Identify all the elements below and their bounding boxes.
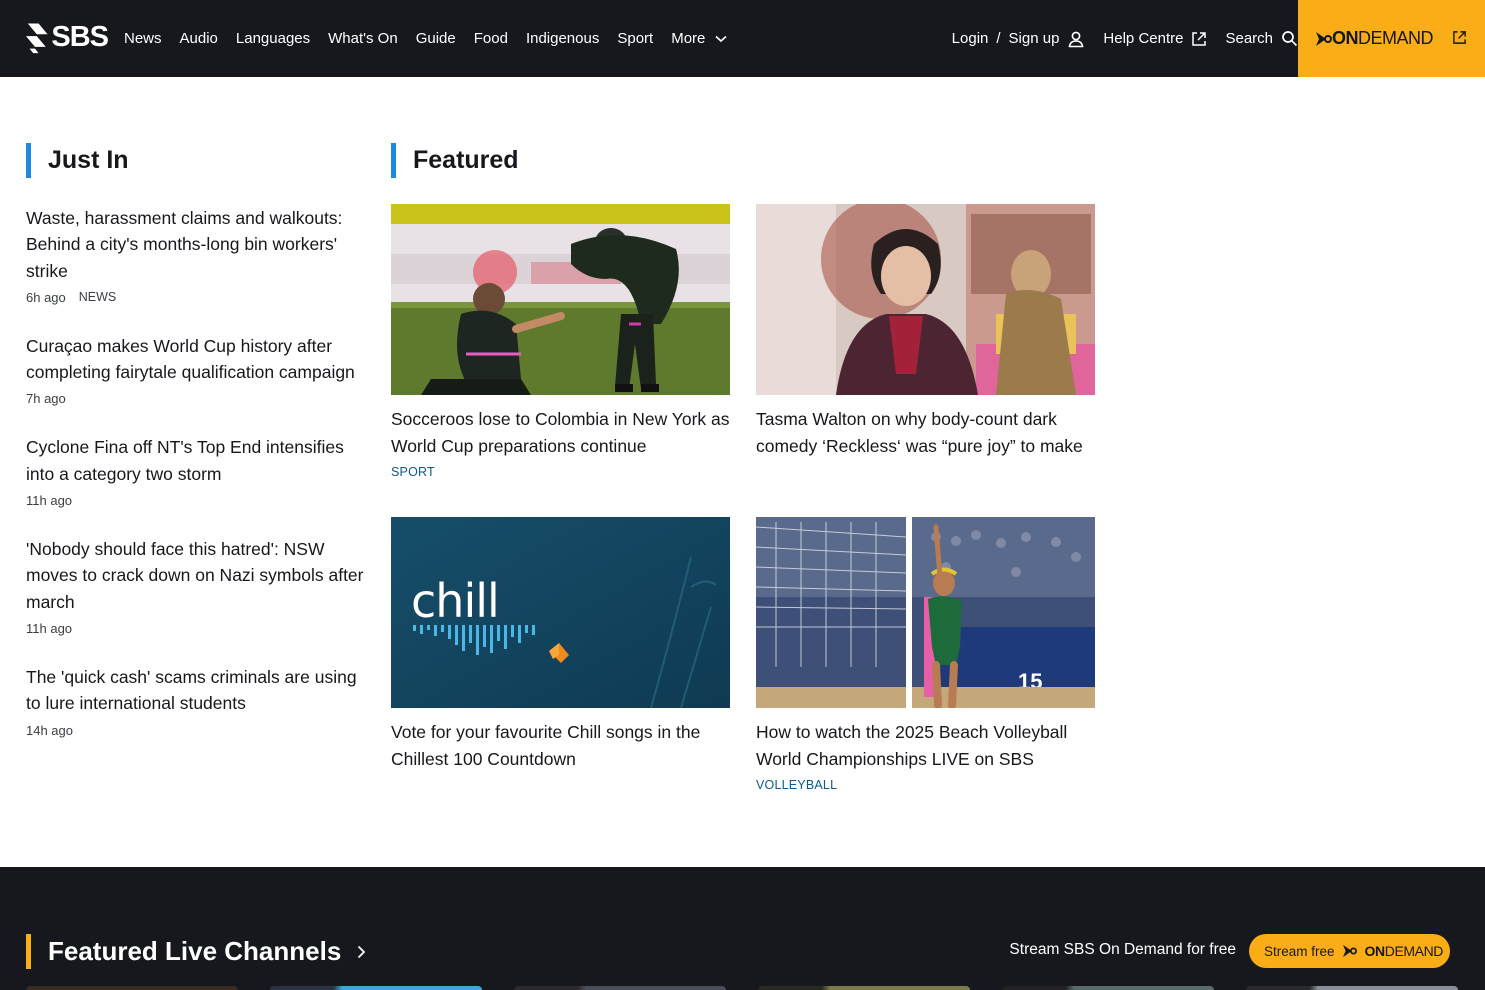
account-nav: Login / Sign up Help Centre Search	[952, 0, 1298, 77]
user-icon	[1069, 31, 1084, 47]
search-button[interactable]: Search	[1225, 30, 1298, 47]
external-link-icon	[1192, 31, 1207, 46]
article-meta: 7h ago	[26, 391, 371, 406]
nav-more[interactable]: More	[671, 30, 727, 47]
help-centre-label: Help Centre	[1103, 30, 1184, 47]
ondemand-play-icon	[1316, 31, 1332, 46]
nav-sport[interactable]: Sport	[617, 30, 653, 47]
stream-promo-text: Stream SBS On Demand for free	[1009, 941, 1236, 958]
article-title: Waste, harassment claims and walkouts: B…	[26, 208, 343, 281]
featured-card-beach-volleyball[interactable]: 15 How to watch the 2025 Beach Volleybal…	[756, 517, 1095, 792]
nav-food[interactable]: Food	[474, 30, 508, 47]
live-channels-band: Featured Live Channels Stream SBS On Dem…	[0, 867, 1485, 990]
list-item[interactable]: The 'quick cash' scams criminals are usi…	[26, 664, 371, 738]
main-nav: News Audio Languages What's On Guide Foo…	[124, 0, 745, 77]
featured-card-tasma-walton[interactable]: Tasma Walton on why body-count dark come…	[756, 204, 1095, 459]
live-channels-title: Featured Live Channels	[48, 936, 342, 966]
search-label: Search	[1225, 30, 1273, 47]
featured-heading: Featured	[391, 143, 519, 178]
ondemand-logo-text: ONDEMAND	[1364, 943, 1444, 959]
signup-link[interactable]: Sign up	[1009, 30, 1086, 48]
article-title: Curaçao makes World Cup history after co…	[26, 335, 355, 383]
nav-whats-on[interactable]: What's On	[328, 30, 398, 47]
nav-audio[interactable]: Audio	[180, 30, 218, 47]
article-category: NEWS	[78, 289, 117, 304]
list-item[interactable]: Curaçao makes World Cup history after co…	[26, 333, 371, 407]
card-tag[interactable]: SPORT	[391, 465, 730, 479]
nav-indigenous[interactable]: Indigenous	[526, 30, 599, 47]
channel-thumbnail[interactable]	[26, 986, 238, 990]
card-title: Vote for your favourite Chill songs in t…	[391, 722, 701, 769]
card-title: Tasma Walton on why body-count dark come…	[756, 409, 1083, 456]
chill-logo-text: chill	[411, 574, 499, 628]
logo-text: SBS	[51, 20, 109, 53]
channel-thumbnail[interactable]	[758, 986, 970, 990]
just-in-list: Waste, harassment claims and walkouts: B…	[26, 205, 371, 738]
article-title: 'Nobody should face this hatred': NSW mo…	[26, 539, 364, 612]
ondemand-logo-text: ONDEMAND	[1332, 28, 1434, 49]
article-title: The 'quick cash' scams criminals are usi…	[26, 666, 357, 714]
ondemand-rest: DEMAND	[1384, 943, 1444, 959]
card-image: 15	[756, 517, 1095, 708]
ondemand-bold: ON	[1332, 28, 1359, 48]
card-image: chill	[391, 517, 730, 708]
featured-card-chill[interactable]: chill Vote for your favourite Chill song…	[391, 517, 730, 772]
stream-free-button[interactable]: Stream free ONDEMAND	[1249, 934, 1450, 968]
sbs-logo[interactable]: SBS	[26, 18, 109, 56]
channel-thumbnail[interactable]	[270, 986, 482, 990]
list-item[interactable]: Cyclone Fina off NT's Top End intensifie…	[26, 434, 371, 508]
nav-more-label: More	[671, 30, 706, 47]
article-time: 11h ago	[26, 493, 73, 509]
featured-card-socceroos[interactable]: Socceroos lose to Colombia in New York a…	[391, 204, 730, 479]
card-title: How to watch the 2025 Beach Volleyball W…	[756, 722, 1068, 769]
nav-languages[interactable]: Languages	[236, 30, 310, 47]
article-meta: 11h ago	[26, 493, 371, 508]
sbs-logo-icon	[26, 23, 48, 54]
nav-guide[interactable]: Guide	[416, 30, 456, 47]
card-image	[391, 204, 730, 395]
help-centre-link[interactable]: Help Centre	[1103, 30, 1207, 47]
article-meta: 11h ago	[26, 621, 371, 636]
search-icon	[1282, 31, 1298, 47]
list-item[interactable]: Waste, harassment claims and walkouts: B…	[26, 205, 371, 305]
external-link-icon	[1453, 31, 1466, 44]
article-meta: 14h ago	[26, 723, 371, 738]
ondemand-rest: DEMAND	[1358, 28, 1434, 48]
stream-free-label: Stream free	[1264, 943, 1335, 959]
article-meta: 6h ago NEWS	[26, 290, 371, 305]
chevron-down-icon	[715, 35, 727, 42]
card-image	[756, 204, 1095, 395]
article-time: 14h ago	[26, 722, 73, 738]
card-tag[interactable]: VOLLEYBALL	[756, 778, 1095, 792]
article-title: Cyclone Fina off NT's Top End intensifie…	[26, 437, 344, 484]
article-time: 11h ago	[26, 620, 73, 636]
channel-thumbnail[interactable]	[514, 986, 726, 990]
ondemand-bold: ON	[1364, 943, 1386, 959]
just-in-heading: Just In	[26, 143, 129, 178]
channel-thumbnail[interactable]	[1246, 986, 1458, 990]
sbs-ondemand-link[interactable]: ONDEMAND	[1298, 0, 1485, 77]
article-time: 7h ago	[26, 391, 66, 407]
channel-thumbnails	[26, 986, 1458, 990]
chevron-right-icon	[358, 945, 366, 958]
top-navigation: SBS News Audio Languages What's On Guide…	[0, 0, 1485, 77]
ondemand-play-icon	[1342, 944, 1357, 958]
card-title: Socceroos lose to Colombia in New York a…	[391, 409, 730, 456]
channel-thumbnail[interactable]	[1002, 986, 1214, 990]
list-item[interactable]: 'Nobody should face this hatred': NSW mo…	[26, 536, 371, 636]
nav-news[interactable]: News	[124, 30, 162, 47]
signup-label: Sign up	[1008, 30, 1060, 47]
article-time: 6h ago	[26, 289, 66, 305]
live-channels-heading[interactable]: Featured Live Channels	[26, 934, 366, 969]
login-link[interactable]: Login	[952, 30, 989, 47]
login-separator: /	[996, 30, 1001, 47]
